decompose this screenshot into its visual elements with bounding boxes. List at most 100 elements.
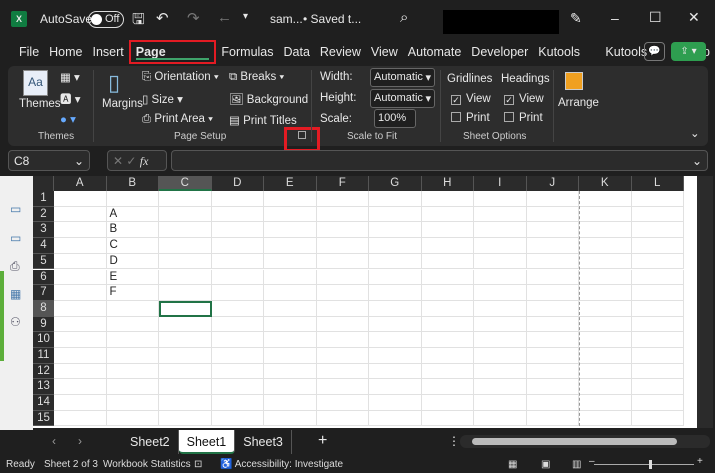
cell-C14[interactable] — [159, 395, 212, 411]
row-header-8[interactable]: 8 — [33, 300, 54, 317]
cell-E5[interactable] — [264, 253, 317, 270]
headings-print-checkbox[interactable]: Print — [504, 112, 543, 124]
cell-L15[interactable] — [631, 410, 684, 427]
name-box[interactable]: C8 ⌄ — [8, 150, 90, 171]
cell-F11[interactable] — [316, 348, 369, 364]
cell-A15[interactable] — [54, 410, 107, 427]
column-header-C[interactable]: C — [159, 176, 212, 191]
cell-B3[interactable]: B — [106, 222, 159, 239]
cell-H2[interactable] — [421, 206, 474, 223]
row-header-2[interactable]: 2 — [33, 206, 54, 223]
tab-review[interactable]: Review — [315, 40, 366, 64]
cell-I8[interactable] — [474, 300, 527, 317]
pen-icon[interactable]: ✎ — [570, 10, 582, 27]
cell-B13[interactable] — [106, 379, 159, 396]
tab-data[interactable]: Data — [279, 40, 315, 64]
cell-E1[interactable] — [264, 191, 317, 207]
cell-K14[interactable] — [579, 395, 632, 411]
cell-A13[interactable] — [54, 379, 107, 396]
column-header-E[interactable]: E — [264, 176, 317, 191]
more-options-icon[interactable]: ⋮ — [448, 434, 460, 448]
cell-L1[interactable] — [631, 191, 684, 207]
cell-A14[interactable] — [54, 395, 107, 411]
cell-K4[interactable] — [579, 238, 632, 254]
cell-C1[interactable] — [159, 191, 212, 207]
row-header-3[interactable]: 3 — [33, 222, 54, 239]
cell-K2[interactable] — [579, 206, 632, 223]
cell-B6[interactable]: E — [106, 269, 159, 286]
cell-D7[interactable] — [211, 285, 264, 301]
cell-B9[interactable] — [106, 316, 159, 333]
cell-B7[interactable]: F — [106, 285, 159, 301]
cell-I6[interactable] — [474, 269, 527, 286]
cell-L7[interactable] — [631, 285, 684, 301]
cell-E6[interactable] — [264, 269, 317, 286]
save-status[interactable]: • Saved t... — [303, 12, 361, 26]
tab-home[interactable]: Home — [44, 40, 87, 64]
row-header-7[interactable]: 7 — [33, 285, 54, 301]
cell-A12[interactable] — [54, 363, 107, 380]
cell-C10[interactable] — [159, 332, 212, 348]
cell-K8[interactable] — [579, 300, 632, 317]
cell-E9[interactable] — [264, 316, 317, 333]
cell-F2[interactable] — [316, 206, 369, 223]
cell-E8[interactable] — [264, 300, 317, 317]
cell-B4[interactable]: C — [106, 238, 159, 254]
cell-D6[interactable] — [211, 269, 264, 286]
row-header-1[interactable]: 1 — [33, 191, 54, 207]
cell-J1[interactable] — [526, 191, 579, 207]
insert-function-button[interactable]: fx — [140, 154, 149, 168]
cell-C6[interactable] — [159, 269, 212, 286]
column-header-H[interactable]: H — [421, 176, 474, 191]
workbook-statistics[interactable]: Workbook Statistics — [103, 459, 191, 470]
macro-record-icon[interactable]: ⊡ — [194, 459, 202, 470]
cell-K3[interactable] — [579, 222, 632, 239]
scale-spinner[interactable]: 100% — [374, 109, 416, 128]
accessibility-status[interactable]: ♿ Accessibility: Investigate — [220, 459, 343, 470]
cell-A5[interactable] — [54, 253, 107, 270]
breaks-button[interactable]: ⧉ Breaks ▾ — [229, 71, 284, 84]
cell-J11[interactable] — [526, 348, 579, 364]
cell-K9[interactable] — [579, 316, 632, 333]
add-sheet-button[interactable]: + — [318, 432, 327, 450]
vertical-scrollbar[interactable] — [697, 176, 713, 428]
cell-D10[interactable] — [211, 332, 264, 348]
cell-K15[interactable] — [579, 410, 632, 427]
column-header-I[interactable]: I — [474, 176, 527, 191]
cell-C3[interactable] — [159, 222, 212, 239]
cell-E15[interactable] — [264, 410, 317, 427]
cell-H12[interactable] — [421, 363, 474, 380]
cell-J8[interactable] — [526, 300, 579, 317]
cell-L9[interactable] — [631, 316, 684, 333]
cell-D9[interactable] — [211, 316, 264, 333]
cell-D2[interactable] — [211, 206, 264, 223]
cell-G9[interactable] — [369, 316, 422, 333]
formula-input[interactable]: ⌄ — [171, 150, 708, 171]
cell-A9[interactable] — [54, 316, 107, 333]
cell-H8[interactable] — [421, 300, 474, 317]
cell-B5[interactable]: D — [106, 253, 159, 270]
cell-H10[interactable] — [421, 332, 474, 348]
cell-A4[interactable] — [54, 238, 107, 254]
cell-E4[interactable] — [264, 238, 317, 254]
cell-J4[interactable] — [526, 238, 579, 254]
cell-G2[interactable] — [369, 206, 422, 223]
cell-E11[interactable] — [264, 348, 317, 364]
side-icon-1[interactable]: ▭ — [10, 202, 21, 216]
cell-B8[interactable] — [106, 300, 159, 317]
cell-G6[interactable] — [369, 269, 422, 286]
cell-J13[interactable] — [526, 379, 579, 396]
cell-H1[interactable] — [421, 191, 474, 207]
sheet-tab-sheet1[interactable]: Sheet1 — [178, 430, 236, 454]
cell-F13[interactable] — [316, 379, 369, 396]
tab-insert[interactable]: Insert — [88, 40, 129, 64]
tab-view[interactable]: View — [366, 40, 403, 64]
effects-icon[interactable]: ● ▾ — [60, 112, 76, 126]
cell-A6[interactable] — [54, 269, 107, 286]
cell-D15[interactable] — [211, 410, 264, 427]
cell-J2[interactable] — [526, 206, 579, 223]
cell-C7[interactable] — [159, 285, 212, 301]
cell-B11[interactable] — [106, 348, 159, 364]
cell-G14[interactable] — [369, 395, 422, 411]
cell-C9[interactable] — [159, 316, 212, 333]
